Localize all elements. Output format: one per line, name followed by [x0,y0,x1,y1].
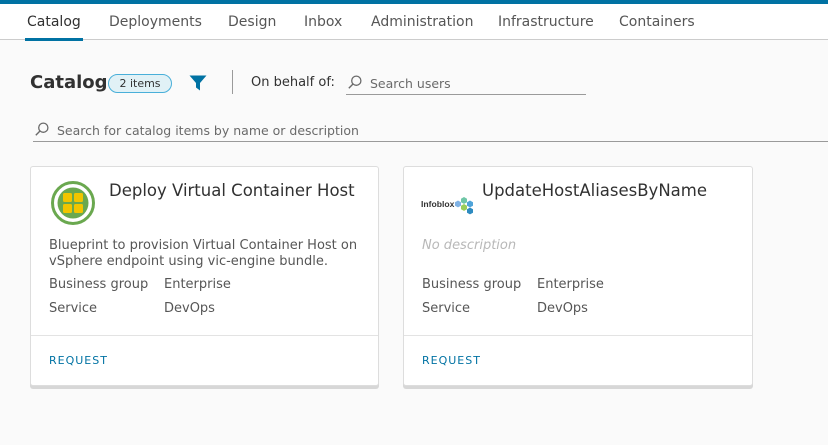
business-group-value: Enterprise [164,277,231,292]
filter-icon[interactable] [189,75,207,91]
business-group-value: Enterprise [537,277,604,292]
catalog-item-card: Infoblox UpdateHostAliasesByName No desc… [403,166,753,386]
request-button[interactable]: REQUEST [422,354,481,367]
tab-containers[interactable]: Containers [619,4,695,40]
infoblox-logo-text: Infoblox [421,199,455,209]
on-behalf-label: On behalf of: [251,75,335,90]
business-group-label: Business group [422,277,522,292]
catalog-search [33,118,828,142]
users-search-input[interactable] [370,73,580,93]
card-title: UpdateHostAliasesByName [482,181,707,200]
card-footer-divider [404,335,752,336]
card-title: Deploy Virtual Container Host [109,181,355,200]
service-label: Service [49,301,98,316]
tab-deployments[interactable]: Deployments [109,4,202,40]
card-footer-divider [31,335,378,336]
main-tabs: Catalog Deployments Design Inbox Adminis… [0,4,828,41]
service-label: Service [422,301,471,316]
tab-design[interactable]: Design [228,4,276,40]
service-value: DevOps [164,301,215,316]
catalog-item-card: Deploy Virtual Container Host Blueprint … [30,166,379,386]
service-value: DevOps [537,301,588,316]
search-icon [35,122,49,136]
tab-administration[interactable]: Administration [371,4,473,40]
tab-infrastructure[interactable]: Infrastructure [498,4,594,40]
request-button[interactable]: REQUEST [49,354,108,367]
card-description: No description [422,238,517,253]
search-icon [348,75,362,89]
vch-logo-icon [51,181,95,225]
business-group-label: Business group [49,277,149,292]
header-divider [232,70,233,94]
item-count-badge: 2 items [108,74,172,93]
page-title: Catalog [30,72,108,93]
catalog-search-input[interactable] [57,120,757,140]
card-description: Blueprint to provision Virtual Container… [49,238,358,269]
tab-inbox[interactable]: Inbox [304,4,342,40]
infoblox-logo-icon: Infoblox [421,197,473,215]
users-search [346,72,586,95]
tab-catalog[interactable]: Catalog [25,4,83,41]
